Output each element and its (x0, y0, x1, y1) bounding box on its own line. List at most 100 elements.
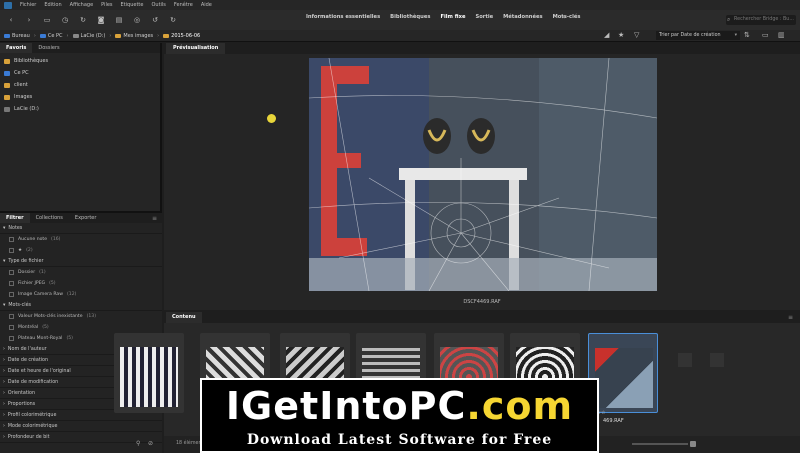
filter-section-keywords[interactable]: ▾ Mots-clés (0, 300, 162, 311)
menu-aide[interactable]: Aide (201, 2, 212, 8)
path-bar: Bureau › Ce PC › LaCie (D:) › Mes images… (0, 30, 800, 42)
workspace-output[interactable]: Sortie (475, 14, 493, 20)
rotate-left-icon[interactable]: ↺ (150, 15, 160, 25)
chevron-down-icon: ▾ (3, 258, 6, 264)
chevron-right-icon: › (3, 423, 5, 429)
filter-section-ratings[interactable]: ▾ Notes (0, 223, 162, 234)
filter-item[interactable]: Montréal (5) (0, 322, 162, 333)
delete-icon[interactable]: ▥ (778, 31, 785, 39)
chevron-right-icon: › (3, 434, 5, 440)
thumbnail-filename: 469.RAF (603, 418, 624, 424)
chevron-right-icon: › (3, 368, 5, 374)
menu-outils[interactable]: Outils (151, 2, 165, 8)
pin-icon[interactable]: ⚲ (136, 440, 140, 447)
filter-item[interactable]: Aucune note (16) (0, 234, 162, 245)
watermark-subtitle: Download Latest Software for Free (246, 432, 553, 448)
open-in-camera-raw-icon[interactable]: ◎ (132, 15, 142, 25)
favorites-list: Bibliothèques Ce PC client Images LaCie … (0, 53, 160, 115)
tab-collections[interactable]: Collections (30, 213, 69, 223)
menu-affichage[interactable]: Affichage (70, 2, 94, 8)
sort-dropdown[interactable]: Trier par Date de création ▾ (656, 31, 740, 40)
menu-fichier[interactable]: Fichier (20, 2, 36, 8)
favorite-item[interactable]: Bibliothèques (0, 55, 160, 67)
workspace-filmstrip[interactable]: Film fixe (440, 14, 465, 20)
favorite-item[interactable]: Images (0, 91, 160, 103)
menu-piles[interactable]: Piles (101, 2, 112, 8)
watermark-banner: IGetIntoPC.com Download Latest Software … (200, 378, 599, 453)
filter-items-icon[interactable]: ▽ (634, 31, 639, 39)
workspace-switcher: Informations essentielles Bibliothèques … (306, 14, 580, 20)
slider-thumb[interactable] (690, 441, 696, 447)
content-tab-bar: Contenu ≡ (164, 312, 800, 323)
shattered-window-photo (309, 58, 657, 291)
breadcrumb-ce-pc[interactable]: Ce PC (39, 33, 63, 39)
clear-filter-icon[interactable]: ⊘ (148, 440, 153, 447)
chevron-right-icon: › (3, 379, 5, 385)
empty-thumbnail (710, 353, 724, 367)
tab-favoris[interactable]: Favoris (0, 43, 33, 53)
breadcrumb-mes-images[interactable]: Mes images (115, 33, 153, 39)
checkbox[interactable] (9, 270, 14, 275)
favorite-item[interactable]: Ce PC (0, 67, 160, 79)
thumbnail[interactable] (114, 333, 184, 413)
favorite-item[interactable]: LaCie (D:) (0, 103, 160, 115)
filter-item[interactable]: Dossier (1) (0, 267, 162, 278)
filter-item[interactable]: Image Camera Raw (12) (0, 289, 162, 300)
tab-dossiers[interactable]: Dossiers (32, 43, 65, 53)
breadcrumb-lacie[interactable]: LaCie (D:) (72, 33, 105, 39)
tab-content[interactable]: Contenu (166, 312, 202, 323)
workspace-keywords[interactable]: Mots-clés (553, 14, 581, 20)
refresh-icon[interactable]: ↻ (78, 15, 88, 25)
filter-section-file-type[interactable]: ▾ Type de fichier (0, 256, 162, 267)
folder-icon (163, 33, 170, 38)
camera-import-icon[interactable]: ◙ (96, 15, 106, 25)
quality-icon[interactable]: ◢ (604, 31, 609, 39)
workspace-essentials[interactable]: Informations essentielles (306, 14, 380, 20)
rating-filter-icon[interactable]: ★ (618, 31, 624, 39)
menu-etiquette[interactable]: Etiquette (121, 2, 144, 8)
folder-up-icon[interactable]: ▭ (42, 15, 52, 25)
tab-filtrer[interactable]: Filtrer (0, 213, 30, 223)
workspace-libraries[interactable]: Bibliothèques (390, 14, 430, 20)
breadcrumb-current-folder[interactable]: 2015-06-06 (163, 33, 200, 39)
filter-panel: Filtrer Collections Exporter ≡ ▾ Notes Au… (0, 211, 162, 453)
chevron-right-icon: › (3, 412, 5, 418)
filter-item[interactable]: ★ (2) (0, 245, 162, 256)
chevron-down-icon: ▾ (3, 225, 6, 231)
checkbox[interactable] (9, 314, 14, 319)
panel-menu-icon[interactable]: ≡ (788, 314, 793, 321)
filter-item[interactable]: Fichier JPEG (5) (0, 278, 162, 289)
checkbox[interactable] (9, 336, 14, 341)
folder-icon (4, 94, 10, 100)
chevron-down-icon: ▾ (3, 302, 6, 308)
rotate-right-icon[interactable]: ↻ (168, 15, 178, 25)
workspace-more-icon[interactable]: » (562, 13, 566, 21)
search-input[interactable]: ⌕ Rechercher Bridge : Bu... (726, 15, 796, 25)
checkbox[interactable] (9, 281, 14, 286)
recent-icon[interactable]: ◷ (60, 15, 70, 25)
back-icon[interactable]: ‹ (6, 15, 16, 25)
filter-tabs: Filtrer Collections Exporter ≡ (0, 213, 162, 223)
filter-section-color-mode[interactable]: › Mode colorimétrique (0, 421, 162, 432)
checkbox[interactable] (9, 292, 14, 297)
refine-icon[interactable]: ▤ (114, 15, 124, 25)
workspace-metadata[interactable]: Métadonnées (503, 14, 542, 20)
preview-image[interactable] (309, 58, 657, 291)
filter-item[interactable]: Valeur Mots-clés inexistante (13) (0, 311, 162, 322)
sort-order-icon[interactable]: ⇅ (744, 31, 750, 39)
forward-icon[interactable]: › (24, 15, 34, 25)
checkbox[interactable] (9, 237, 14, 242)
panel-menu-icon[interactable]: ≡ (152, 215, 162, 222)
breadcrumb-bureau[interactable]: Bureau (4, 33, 30, 39)
menu-fenetre[interactable]: Fenêtre (174, 2, 193, 8)
drive-icon (4, 106, 10, 112)
checkbox[interactable] (9, 248, 14, 253)
new-folder-icon[interactable]: ▭ (762, 31, 769, 39)
checkbox[interactable] (9, 325, 14, 330)
tab-preview[interactable]: Prévisualisation (166, 43, 226, 54)
thumbnail-size-slider[interactable] (632, 443, 688, 445)
chevron-right-icon: › (3, 357, 5, 363)
favorite-item[interactable]: client (0, 79, 160, 91)
menu-edition[interactable]: Edition (44, 2, 61, 8)
tab-exporter[interactable]: Exporter (69, 213, 103, 223)
